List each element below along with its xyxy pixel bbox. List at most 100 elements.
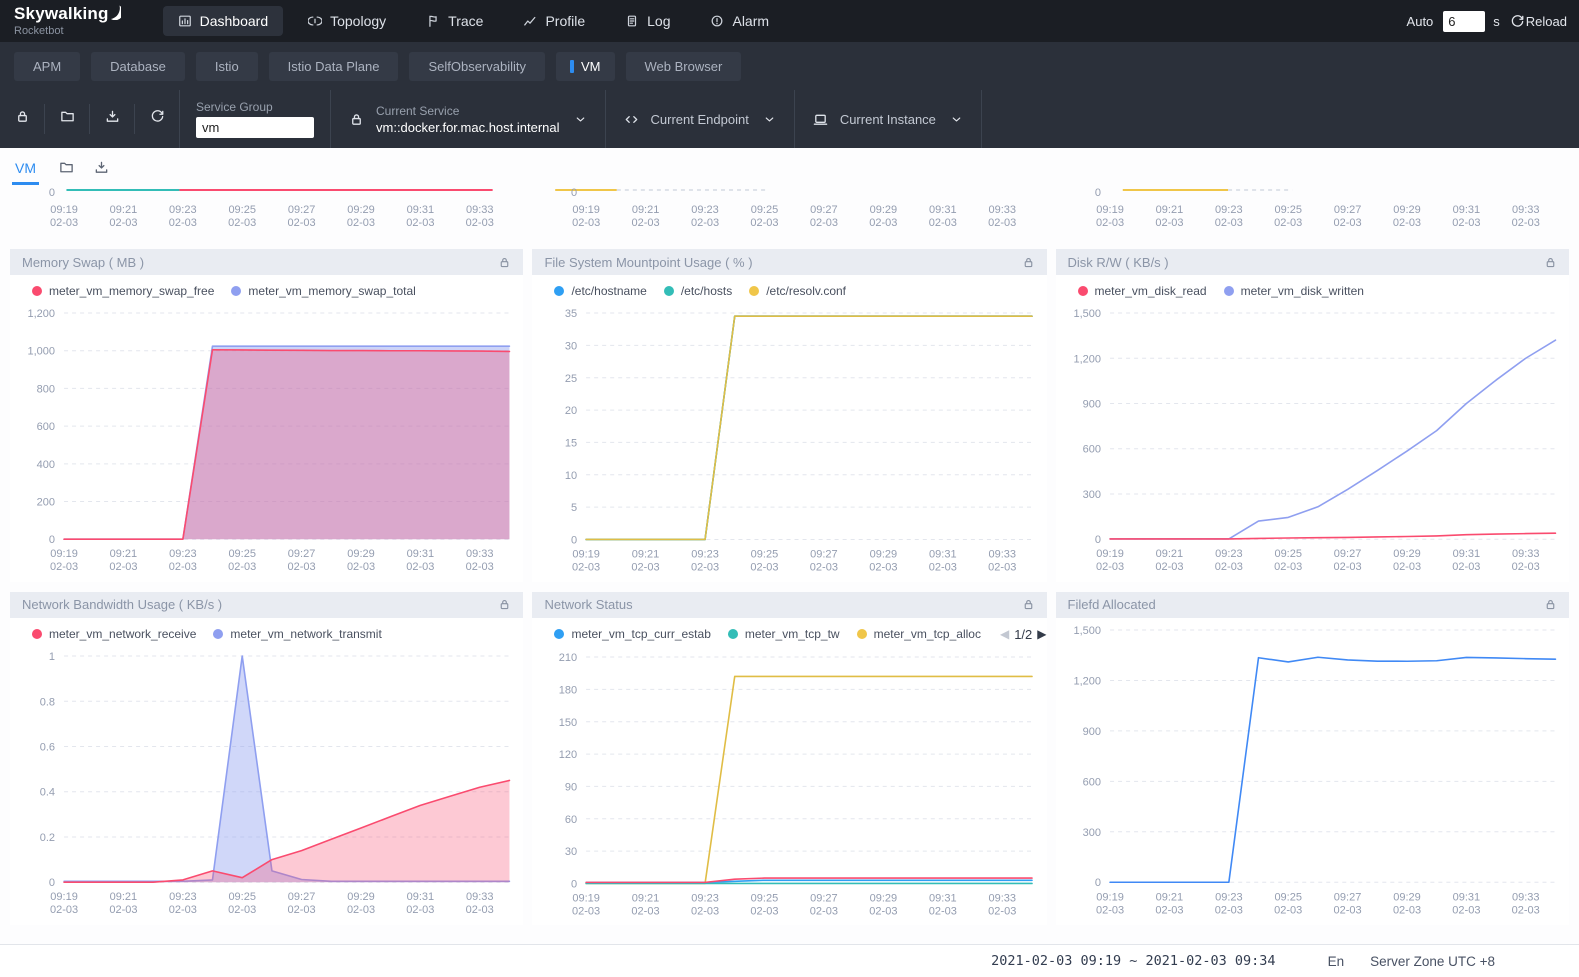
dashboard-tab-istio-data-plane[interactable]: Istio Data Plane (269, 52, 399, 81)
auto-label: Auto (1407, 14, 1434, 29)
svg-text:09:29: 09:29 (870, 549, 898, 561)
chart-plot[interactable]: 03006009001,2001,50009:1902-0309:2102-03… (1056, 301, 1569, 581)
svg-text:02-03: 02-03 (406, 904, 434, 916)
nav-item-trace[interactable]: Trace (411, 6, 498, 36)
svg-text:09:27: 09:27 (288, 891, 316, 903)
dashboard-tab-apm[interactable]: APM (14, 52, 80, 81)
legend-item[interactable]: /etc/hosts (664, 284, 732, 298)
svg-text:1,200: 1,200 (1073, 675, 1101, 687)
svg-text:1,200: 1,200 (1073, 353, 1101, 365)
lock-icon[interactable] (1022, 256, 1035, 269)
svg-text:02-03: 02-03 (228, 561, 256, 573)
svg-text:02-03: 02-03 (347, 561, 375, 573)
nav-item-profile[interactable]: Profile (508, 6, 600, 36)
svg-text:30: 30 (565, 846, 577, 858)
legend-item[interactable]: meter_vm_memory_swap_total (231, 284, 415, 298)
export-button[interactable] (90, 90, 134, 148)
auto-interval-input[interactable] (1443, 11, 1485, 32)
svg-text:1,000: 1,000 (28, 346, 56, 358)
legend-item[interactable]: /etc/hostname (554, 284, 646, 298)
svg-text:09:23: 09:23 (169, 891, 197, 903)
lock-icon[interactable] (498, 598, 511, 611)
reload-button[interactable]: Reload (1526, 14, 1567, 29)
svg-text:900: 900 (1082, 725, 1100, 737)
nav-item-log[interactable]: Log (610, 6, 685, 36)
svg-text:60: 60 (565, 813, 577, 825)
lock-icon[interactable] (498, 256, 511, 269)
download-icon[interactable] (94, 160, 109, 185)
chart-plot[interactable]: 02004006008001,0001,20009:1902-0309:2102… (10, 301, 523, 581)
language-selector[interactable]: En (1328, 954, 1345, 969)
nav-item-dashboard[interactable]: Dashboard (163, 6, 284, 36)
current-instance-dropdown[interactable]: Current Instance (795, 90, 981, 148)
dashboard-tab-database[interactable]: Database (91, 52, 185, 81)
svg-text:09:25: 09:25 (228, 204, 256, 216)
svg-text:0.6: 0.6 (40, 741, 55, 753)
nav-item-topology[interactable]: Topology (293, 6, 401, 36)
svg-text:0: 0 (571, 187, 577, 199)
panel-header: Memory Swap ( MB ) (10, 249, 523, 275)
legend-item[interactable]: meter_vm_network_transmit (213, 627, 381, 641)
chart-plot[interactable]: 030609012015018021009:1902-0309:2102-030… (532, 645, 1046, 926)
svg-text:02-03: 02-03 (1333, 904, 1361, 916)
folder-icon (60, 109, 75, 129)
pager-next-icon[interactable]: ▶ (1037, 627, 1046, 641)
chart-plot[interactable]: 0510152025303509:1902-0309:2102-0309:230… (532, 301, 1046, 582)
svg-text:09:21: 09:21 (110, 891, 138, 903)
nav-item-alarm[interactable]: Alarm (695, 6, 784, 36)
refresh-button[interactable] (135, 90, 179, 148)
service-lock-icon (349, 112, 364, 127)
cutoff-chart-plot: 009:1902-0309:2102-0309:2302-0309:2502-0… (532, 187, 1046, 239)
pager-prev-icon[interactable]: ◀ (1000, 627, 1009, 641)
chart-plot[interactable]: 03006009001,2001,50009:1902-0309:2102-03… (1056, 618, 1569, 924)
svg-text:02-03: 02-03 (406, 561, 434, 573)
svg-text:1: 1 (49, 651, 55, 663)
svg-text:02-03: 02-03 (929, 905, 957, 917)
chart-plot[interactable]: 00.20.40.60.8109:1902-0309:2102-0309:230… (10, 644, 523, 924)
topology-icon (308, 14, 322, 28)
dashboard-tab-web-browser[interactable]: Web Browser (626, 52, 742, 81)
dashboard-tab-istio[interactable]: Istio (196, 52, 258, 81)
svg-text:02-03: 02-03 (1214, 217, 1242, 229)
reload-icon[interactable] (1510, 14, 1525, 29)
lock-button[interactable] (0, 90, 44, 148)
lock-icon[interactable] (1544, 256, 1557, 269)
legend-item[interactable]: meter_vm_tcp_curr_estab (554, 627, 710, 641)
lock-icon[interactable] (1022, 598, 1035, 611)
tab-vm[interactable]: VM (12, 154, 39, 185)
logo-swoosh-icon (110, 4, 121, 25)
svg-text:09:21: 09:21 (632, 892, 660, 904)
dashboard-tab-vm[interactable]: VM (556, 52, 615, 81)
svg-text:09:23: 09:23 (169, 204, 197, 216)
current-service-dropdown[interactable]: Current Service vm::docker.for.mac.host.… (331, 90, 605, 148)
legend-item[interactable]: meter_vm_disk_written (1224, 284, 1364, 298)
svg-text:09:25: 09:25 (228, 548, 256, 560)
legend-item[interactable]: meter_vm_network_receive (32, 627, 196, 641)
server-zone[interactable]: Server Zone UTC +8 (1370, 954, 1495, 969)
svg-text:02-03: 02-03 (1392, 561, 1420, 573)
legend-dot (32, 629, 42, 639)
svg-text:02-03: 02-03 (691, 217, 719, 229)
service-group-input[interactable] (196, 117, 314, 138)
legend-item[interactable]: meter_vm_tcp_tw (728, 627, 840, 641)
svg-text:09:21: 09:21 (632, 204, 660, 216)
dashboard-tab-selfobservability[interactable]: SelfObservability (409, 52, 545, 81)
logo[interactable]: Skywalking Rocketbot (14, 5, 121, 37)
legend-item[interactable]: /etc/resolv.conf (749, 284, 846, 298)
legend-item[interactable]: meter_vm_tcp_alloc (857, 627, 981, 641)
svg-text:02-03: 02-03 (989, 562, 1017, 574)
current-instance-label: Current Instance (840, 112, 936, 127)
current-endpoint-dropdown[interactable]: Current Endpoint (606, 90, 794, 148)
legend-item[interactable]: meter_vm_disk_read (1078, 284, 1207, 298)
svg-text:09:29: 09:29 (347, 204, 375, 216)
lock-icon[interactable] (1544, 598, 1557, 611)
folder-icon[interactable] (59, 160, 74, 185)
time-range[interactable]: 2021-02-03 09:19 ~ 2021-02-03 09:34 (991, 953, 1275, 969)
folder-button[interactable] (45, 90, 89, 148)
svg-text:09:31: 09:31 (930, 892, 958, 904)
legend-item[interactable]: meter_vm_memory_swap_free (32, 284, 214, 298)
svg-text:09:25: 09:25 (1274, 891, 1302, 903)
chart-panel: Network Statusmeter_vm_tcp_curr_estabmet… (532, 592, 1046, 926)
svg-text:02-03: 02-03 (109, 217, 137, 229)
svg-text:1,500: 1,500 (1073, 308, 1101, 320)
